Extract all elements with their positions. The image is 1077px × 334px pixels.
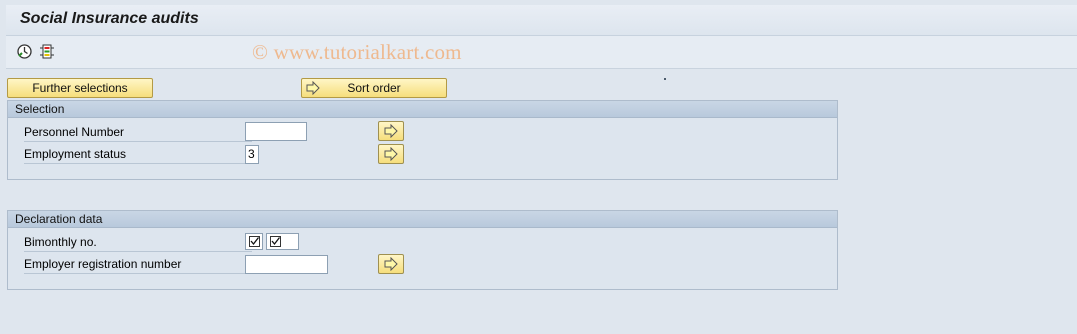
- bimonthly-checkbox-2[interactable]: [266, 233, 299, 250]
- arrow-right-icon: [384, 147, 398, 161]
- arrow-right-icon: [384, 257, 398, 271]
- further-selections-button[interactable]: Further selections: [7, 78, 153, 98]
- employer-registration-multiple-selection-button[interactable]: [378, 254, 404, 274]
- sort-order-button[interactable]: Sort order: [301, 78, 447, 98]
- title-bar: Social Insurance audits: [6, 5, 1077, 36]
- application-toolbar: © www.tutorialkart.com: [6, 36, 1077, 69]
- personnel-number-multiple-selection-button[interactable]: [378, 121, 404, 141]
- stray-dot: [664, 78, 666, 80]
- personnel-number-label: Personnel Number: [24, 122, 252, 142]
- arrow-right-icon: [384, 124, 398, 138]
- personnel-number-input[interactable]: [245, 122, 307, 141]
- checkmark-icon: [270, 236, 281, 247]
- declaration-frame-title: Declaration data: [8, 211, 837, 228]
- employer-registration-input[interactable]: [245, 255, 328, 274]
- watermark-text: © www.tutorialkart.com: [252, 40, 462, 64]
- employment-status-label: Employment status: [24, 144, 252, 164]
- bimonthly-checkbox-1[interactable]: [245, 233, 263, 250]
- employer-registration-label: Employer registration number: [24, 254, 252, 274]
- selection-options-icon[interactable]: [39, 43, 56, 60]
- selection-frame: Selection Personnel Number Employment st…: [7, 100, 838, 180]
- sort-order-label: Sort order: [347, 81, 401, 95]
- declaration-data-frame: Declaration data Bimonthly no. Employer …: [7, 210, 838, 290]
- further-selections-label: Further selections: [32, 81, 128, 95]
- arrow-right-icon: [306, 80, 320, 98]
- employment-status-multiple-selection-button[interactable]: [378, 144, 404, 164]
- page-title: Social Insurance audits: [20, 10, 199, 27]
- execute-icon[interactable]: [16, 43, 33, 60]
- employment-status-input[interactable]: 3: [245, 145, 259, 164]
- bimonthly-no-label: Bimonthly no.: [24, 232, 252, 252]
- selection-frame-title: Selection: [8, 101, 837, 118]
- checkmark-icon: [249, 236, 260, 247]
- bimonthly-no-checkboxes: [245, 233, 305, 250]
